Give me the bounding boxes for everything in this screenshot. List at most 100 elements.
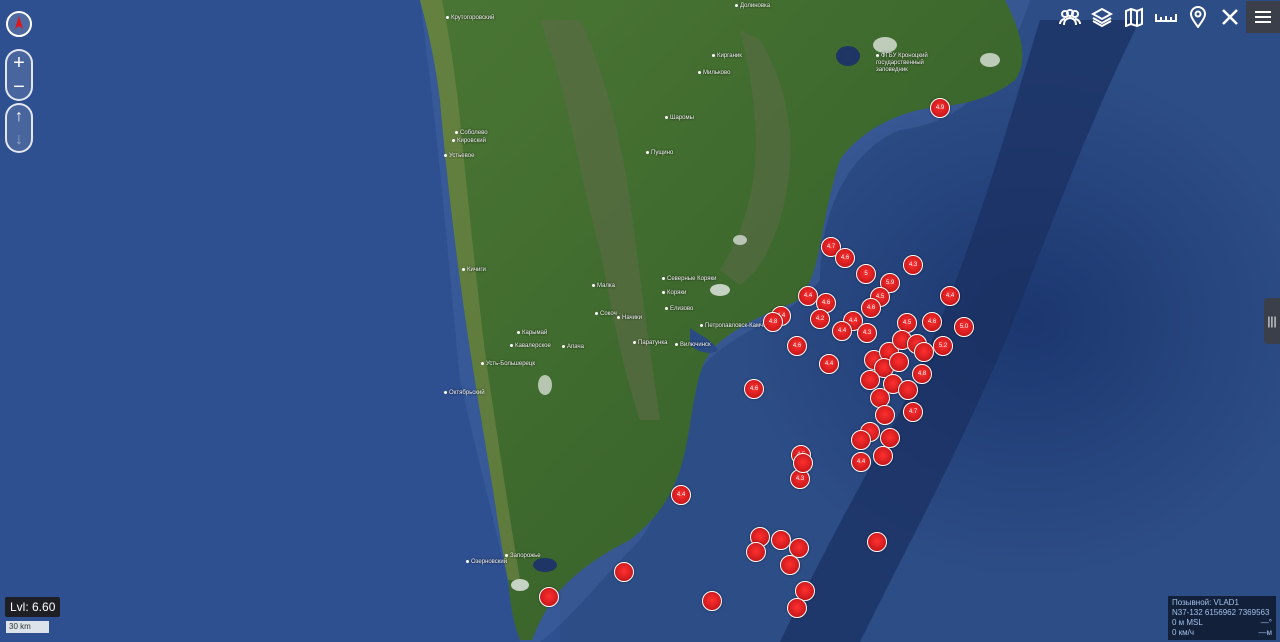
ruler-icon[interactable] [1150, 4, 1182, 30]
quake-marker[interactable]: 5.0 [954, 317, 974, 337]
place-label: Кирганик [712, 53, 742, 59]
menu-icon[interactable] [1246, 1, 1280, 33]
quake-marker[interactable]: 5 [856, 264, 876, 284]
place-label: Елизово [665, 306, 693, 312]
snow-peak [980, 53, 1000, 67]
quake-marker[interactable] [873, 446, 893, 466]
layers-icon[interactable] [1086, 4, 1118, 30]
zoom-control: + − [5, 49, 33, 101]
place-label: Кичиги [462, 267, 486, 273]
place-label: Северные Коряки [662, 276, 716, 282]
quake-marker[interactable] [787, 598, 807, 618]
place-label: Усть-Большерецк [481, 361, 535, 367]
top-toolbar [1054, 1, 1280, 33]
place-label: Мильково [698, 70, 730, 76]
place-label: Озерновский [466, 559, 507, 565]
quake-marker[interactable] [880, 428, 900, 448]
place-label: Октябрьский [444, 390, 485, 396]
place-label: Кировский [452, 138, 486, 144]
quake-marker[interactable]: 4.6 [744, 379, 764, 399]
zoom-in-icon[interactable]: + [13, 53, 25, 73]
quake-marker[interactable] [614, 562, 634, 582]
zoom-out-icon[interactable]: − [13, 77, 25, 97]
quake-marker[interactable]: 4.2 [810, 309, 830, 329]
quake-marker[interactable]: 4.3 [857, 323, 877, 343]
place-label: Начики [617, 315, 642, 321]
place-label: Карымай [517, 330, 547, 336]
snow-peak [733, 235, 747, 245]
status-panel: Позывной: VLAD1 N37-132 6156962 7369563 … [1168, 596, 1276, 640]
place-label: Шаромы [665, 115, 694, 121]
place-label: Кавалерское [510, 343, 551, 349]
altitude: 0 м MSL [1172, 618, 1203, 627]
quake-marker[interactable]: 4.6 [787, 336, 807, 356]
lake [836, 46, 860, 66]
place-label: Пущино [646, 150, 673, 156]
snow-peak [873, 37, 897, 53]
place-label: Крутогоровский [446, 15, 494, 21]
snow-peak [511, 579, 529, 591]
place-label: Устьевое [444, 153, 474, 159]
scale-bar: 30 km [6, 621, 49, 633]
compass-arrow-icon [15, 16, 23, 29]
tilt-control: ↑ ↓ [5, 103, 33, 153]
compass-button[interactable] [6, 11, 32, 37]
quake-marker[interactable] [860, 370, 880, 390]
quake-marker[interactable]: 4.4 [798, 286, 818, 306]
arrow-down-icon[interactable]: ↓ [15, 130, 23, 150]
quake-marker[interactable]: 4.4 [940, 286, 960, 306]
arrow-up-icon[interactable]: ↑ [15, 107, 23, 127]
users-icon[interactable] [1054, 4, 1086, 30]
altitude-unit: —° [1260, 618, 1272, 627]
quake-marker[interactable] [539, 587, 559, 607]
place-label: Долиновка [735, 3, 770, 9]
quake-marker[interactable]: 4.6 [861, 298, 881, 318]
place-label: Соболево [455, 130, 488, 136]
close-icon[interactable] [1214, 4, 1246, 30]
quake-marker[interactable] [867, 532, 887, 552]
satellite-map[interactable] [0, 0, 1280, 642]
quake-marker[interactable] [771, 530, 791, 550]
quake-marker[interactable] [875, 405, 895, 425]
place-label: Апача [562, 344, 584, 350]
quake-marker[interactable]: 4.8 [912, 364, 932, 384]
callsign: Позывной: VLAD1 [1172, 598, 1239, 607]
place-label: Запорожье [505, 553, 541, 559]
quake-marker[interactable]: 4.9 [930, 98, 950, 118]
side-panel-handle[interactable]: ||| [1264, 298, 1280, 344]
quake-marker[interactable]: 4.3 [903, 255, 923, 275]
speed-unit: —м [1258, 628, 1273, 637]
quake-marker[interactable]: 4.4 [671, 485, 691, 505]
quake-marker[interactable]: 4.7 [903, 402, 923, 422]
quake-marker[interactable] [793, 453, 813, 473]
quake-marker[interactable]: 5.2 [933, 336, 953, 356]
quake-marker[interactable]: 4.8 [763, 312, 783, 332]
quake-marker[interactable] [780, 555, 800, 575]
speed: 0 км/ч [1172, 628, 1195, 637]
quake-marker[interactable]: 4.4 [851, 452, 871, 472]
place-label: Малка [592, 283, 615, 289]
quake-marker[interactable] [851, 430, 871, 450]
quake-marker[interactable] [746, 542, 766, 562]
place-label: Вилючинск [675, 342, 711, 348]
snow-peak [538, 375, 552, 395]
quake-marker[interactable]: 4.6 [835, 248, 855, 268]
snow-peak [710, 284, 730, 296]
location-pin-icon[interactable] [1182, 4, 1214, 30]
quake-marker[interactable]: 4.4 [832, 321, 852, 341]
place-label: Паратунка [633, 340, 667, 346]
zoom-level-label: Lvl: 6.60 [5, 597, 61, 617]
quake-marker[interactable]: 4.4 [819, 354, 839, 374]
handle-icon: ||| [1267, 314, 1277, 328]
coordinates: N37-132 6156962 7369563 [1172, 608, 1270, 617]
place-label: Сокоч [595, 311, 617, 317]
quake-marker[interactable] [702, 591, 722, 611]
quake-marker[interactable]: 4.6 [922, 312, 942, 332]
quake-marker[interactable] [914, 342, 934, 362]
place-label: ФГБУ Кроноцкий государственный заповедни… [876, 53, 938, 74]
lake [533, 558, 557, 572]
quake-marker[interactable] [889, 352, 909, 372]
quake-marker[interactable] [898, 380, 918, 400]
place-label: Коряки [662, 290, 686, 296]
map-icon[interactable] [1118, 4, 1150, 30]
